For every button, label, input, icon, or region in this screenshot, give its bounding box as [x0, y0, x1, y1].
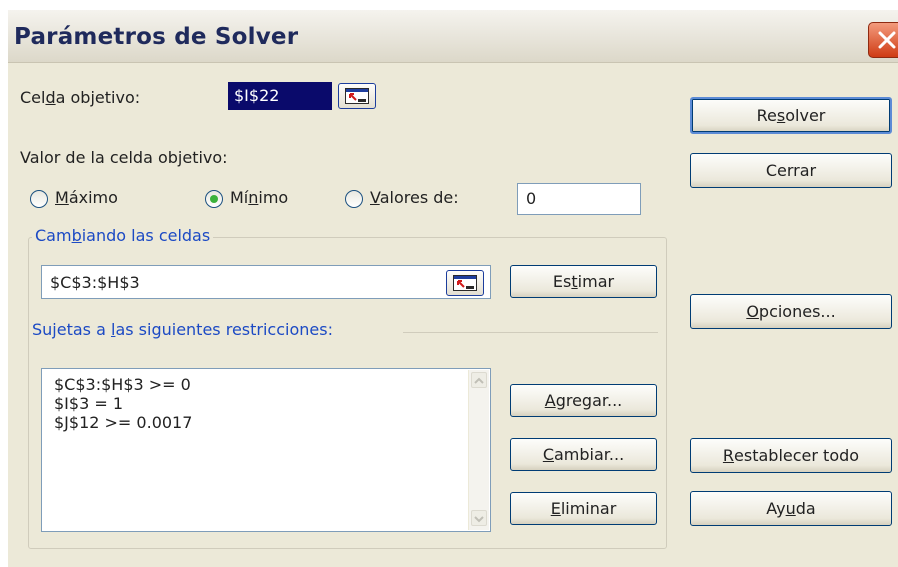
cell-reference-icon	[345, 88, 369, 104]
constraint-item[interactable]: $C$3:$H$3 >= 0	[54, 375, 191, 394]
title-bar: Parámetros de Solver	[8, 10, 898, 63]
value-of-radio[interactable]	[345, 190, 363, 208]
delete-button[interactable]: Eliminar	[510, 492, 657, 525]
scroll-up-button[interactable]	[471, 372, 487, 388]
scroll-down-button[interactable]	[471, 510, 487, 526]
solver-dialog: Parámetros de Solver Celda objetivo: $I$…	[8, 10, 898, 567]
constraints-label: Sujetas a las siguientes restricciones:	[32, 320, 336, 339]
constraint-item[interactable]: $I$3 = 1	[54, 394, 123, 413]
changing-cells-input[interactable]: $C$3:$H$3	[41, 265, 491, 299]
selected-dot	[210, 195, 218, 203]
max-label: Máximo	[55, 188, 118, 207]
add-button[interactable]: Agregar...	[510, 384, 657, 417]
constraint-item[interactable]: $J$12 >= 0.0017	[54, 413, 192, 432]
change-button[interactable]: Cambiar...	[510, 438, 657, 471]
chevron-up-icon	[474, 377, 484, 384]
close-button[interactable]	[868, 22, 898, 58]
chevron-down-icon	[474, 516, 484, 523]
value-of-label: Valores de:	[370, 188, 459, 207]
guess-button[interactable]: Es t imar	[510, 265, 657, 298]
value-of-input[interactable]: 0	[517, 183, 641, 215]
options-button[interactable]: Opciones...	[690, 294, 892, 329]
min-radio[interactable]	[205, 190, 223, 208]
constraints-scrollbar[interactable]	[468, 370, 489, 530]
constraints-separator	[403, 332, 658, 333]
close-icon	[878, 31, 896, 49]
reset-all-button[interactable]: Restablecer todo	[690, 438, 892, 473]
solve-button[interactable]: Re s olver	[690, 97, 892, 134]
cell-reference-icon	[453, 275, 477, 291]
help-button[interactable]: Ay u da	[690, 491, 892, 526]
changing-ref-button[interactable]	[446, 270, 484, 296]
max-radio[interactable]	[30, 190, 48, 208]
target-cell-input[interactable]: $I$22	[228, 82, 332, 110]
constraints-list[interactable]: $C$3:$H$3 >= 0 $I$3 = 1 $J$12 >= 0.0017	[41, 368, 491, 532]
close-dialog-button[interactable]: Cerrar	[690, 153, 892, 188]
target-cell-label: Celda objetivo:	[20, 88, 141, 107]
min-label: Mínimo	[230, 188, 289, 207]
equal-to-label: Valor de la celda objetivo:	[20, 148, 228, 167]
target-ref-button[interactable]	[338, 83, 376, 109]
dialog-title: Parámetros de Solver	[14, 24, 299, 50]
changing-cells-label: Cambiando las celdas	[32, 226, 214, 245]
